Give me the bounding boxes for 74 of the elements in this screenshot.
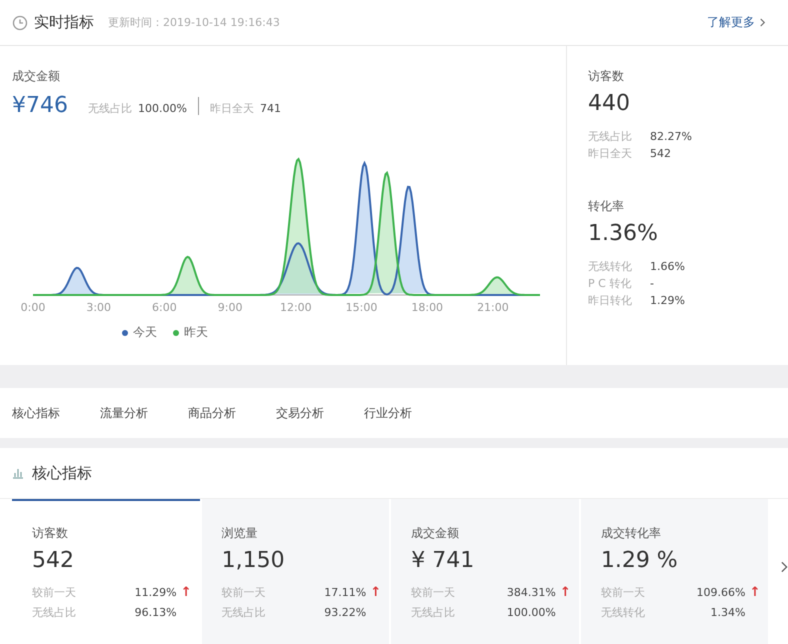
stat-value: 1.34% — [710, 605, 746, 621]
stat-value: 1.66% — [650, 259, 685, 275]
stat-value: 384.31% — [506, 585, 556, 601]
stat-label: 较前一天 — [222, 585, 266, 601]
metric-card[interactable]: 成交金额 ¥ 741 较前一天 384.31% ↑ 无线占比 100.00% — [391, 499, 579, 644]
stat-label: 昨日转化 — [588, 293, 633, 309]
stat-label: 无线占比 — [88, 101, 132, 116]
tab[interactable]: 商品分析 — [188, 400, 236, 426]
stat-label: 较前一天 — [32, 585, 76, 601]
clock-icon — [12, 14, 28, 30]
stat-value: 542 — [650, 146, 671, 162]
trend-arrow: ↑ — [370, 584, 380, 602]
stat-value: 93.22% — [324, 605, 366, 621]
axis-label: 6:00 — [151, 301, 178, 314]
stat-label: P C 转化 — [588, 276, 632, 292]
legend-label: 昨天 — [184, 324, 208, 341]
stat-label: 无线占比 — [32, 605, 76, 621]
update-time: 更新时间：2019-10-14 19:16:43 — [108, 15, 280, 30]
metric-label: 成交金额 — [411, 525, 460, 542]
section-title: 实时指标 — [34, 13, 94, 32]
stat-value: 17.11% — [324, 585, 366, 601]
metric-value: ¥ 741 — [411, 548, 476, 573]
section-title: 核心指标 — [32, 464, 92, 482]
metric-card[interactable]: 成交转化率 1.29 % 较前一天 109.66% ↑ 无线转化 1.34% — [580, 499, 768, 644]
trend-arrow: ↑ — [180, 584, 190, 602]
metric-label: 浏览量 — [222, 525, 259, 542]
stat-value: - — [650, 276, 654, 292]
stat-label: 无线占比 — [411, 605, 456, 621]
stat-label: 较前一天 — [411, 585, 456, 601]
metric-label: 成交金额 — [11, 68, 61, 85]
metric-card[interactable]: 浏览量 1,150 较前一天 17.11% ↑ 无线占比 93.22% — [202, 499, 390, 644]
axis-label: 9:00 — [216, 301, 244, 314]
stat-value: 11.29% — [134, 585, 177, 601]
stat-label: 无线转化 — [600, 605, 645, 621]
metric-label: 成交转化率 — [600, 525, 662, 542]
stat-value: 741 — [260, 102, 281, 115]
tab[interactable]: 流量分析 — [100, 400, 148, 426]
stat-label: 无线转化 — [588, 259, 633, 275]
stat-value: 109.66% — [696, 585, 746, 601]
metric-value: ¥746 — [12, 93, 68, 118]
metric-label: 访客数 — [588, 68, 625, 85]
legend-label: 今天 — [133, 324, 157, 341]
chevron-icon — [759, 18, 766, 27]
axis-label: 3:00 — [85, 301, 112, 314]
stat-value: 82.27% — [650, 129, 692, 145]
stat-label: 昨日全天 — [588, 146, 633, 162]
metric-label: 转化率 — [588, 198, 625, 215]
axis-label: 21:00 — [476, 301, 510, 314]
tab[interactable]: 核心指标 — [12, 400, 60, 426]
chevron-right-icon[interactable] — [780, 561, 788, 573]
metric-value: 440 — [588, 91, 631, 116]
stat-label: 无线占比 — [222, 605, 266, 621]
metric-value: 1,150 — [222, 548, 286, 573]
stat-label: 昨日全天 — [210, 101, 254, 116]
trend-arrow: ↑ — [749, 584, 758, 602]
metric-value: 542 — [32, 548, 75, 573]
metric-value: 1.36% — [588, 221, 659, 246]
axis-label: 12:00 — [278, 301, 313, 314]
trend-arrow: ↑ — [560, 584, 569, 602]
metric-label: 访客数 — [32, 525, 69, 542]
bar-chart-icon — [12, 467, 24, 479]
metric-value: 1.29 % — [600, 548, 679, 573]
learn-more-link[interactable]: 了解更多 — [707, 14, 766, 31]
axis-label: 18:00 — [410, 301, 444, 314]
stat-value: 100.00% — [506, 605, 556, 621]
tab[interactable]: 交易分析 — [276, 400, 324, 426]
axis-label: 15:00 — [344, 301, 378, 314]
stat-value: 1.29% — [650, 293, 685, 309]
stat-value: 96.13% — [134, 605, 177, 621]
tab[interactable]: 行业分析 — [364, 400, 412, 426]
stat-value: 100.00% — [138, 102, 187, 115]
stat-label: 无线占比 — [588, 129, 633, 145]
axis-label: 0:00 — [20, 301, 46, 314]
stat-label: 较前一天 — [600, 585, 645, 601]
